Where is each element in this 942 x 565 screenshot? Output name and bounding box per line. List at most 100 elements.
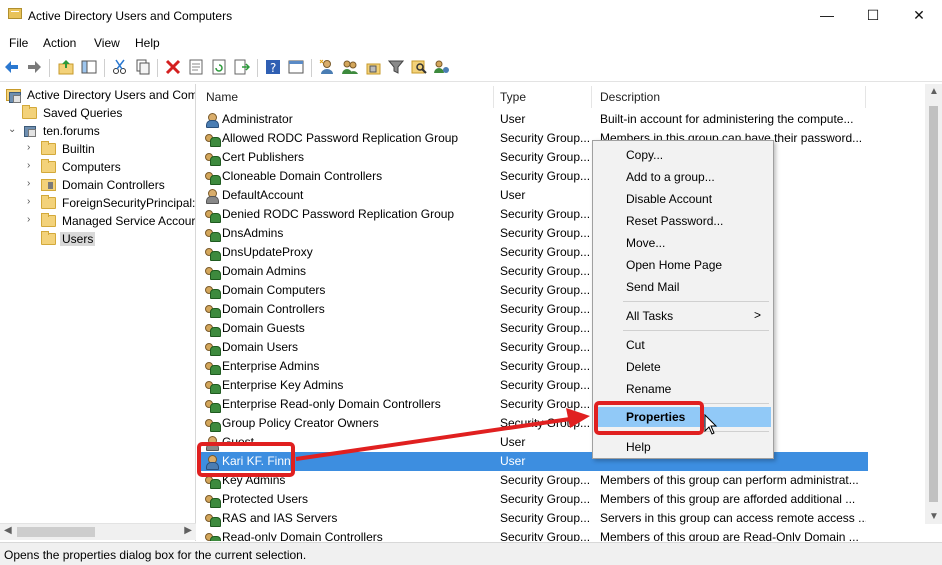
find-icon[interactable] xyxy=(411,59,427,75)
scroll-down-arrow-icon[interactable]: ▼ xyxy=(929,511,939,522)
group-icon xyxy=(205,378,221,394)
menu-item-all-tasks[interactable]: All Tasks > xyxy=(595,306,771,326)
copy-icon[interactable] xyxy=(135,59,151,75)
menu-item-label: Disable Account xyxy=(626,192,713,206)
menu-file[interactable]: File xyxy=(9,36,28,50)
table-row[interactable]: Read-only Domain Controllers Security Gro… xyxy=(198,528,868,541)
refresh-icon[interactable] xyxy=(211,59,227,75)
console-tree: Active Directory Users and Com Saved Que… xyxy=(0,84,196,541)
column-header-type[interactable]: Type xyxy=(496,86,592,108)
cell-type: Security Group... xyxy=(500,416,591,430)
cut-icon[interactable] xyxy=(112,59,128,75)
menu-item-delete[interactable]: Delete xyxy=(595,357,771,377)
group-icon xyxy=(205,283,221,299)
tree-item-label: ForeignSecurityPrincipal: xyxy=(62,196,196,210)
title-bar: Active Directory Users and Computers — ☐… xyxy=(0,0,942,32)
menu-action[interactable]: Action xyxy=(43,36,76,50)
tree-item-label: Builtin xyxy=(62,142,95,156)
export-list-icon[interactable] xyxy=(234,59,250,75)
cell-description: Members of this group can perform admini… xyxy=(600,473,859,487)
tree-root[interactable]: Active Directory Users and Com xyxy=(6,86,195,104)
forward-icon[interactable] xyxy=(26,59,42,75)
cell-type: Security Group... xyxy=(500,397,591,411)
back-icon[interactable] xyxy=(4,59,20,75)
scroll-up-arrow-icon[interactable]: ▲ xyxy=(929,86,939,97)
tree-item-domain[interactable]: ten.forums xyxy=(22,122,195,140)
menu-item-open-home-page[interactable]: Open Home Page xyxy=(595,255,771,275)
menu-item-disable-account[interactable]: Disable Account xyxy=(595,189,771,209)
scroll-thumb[interactable] xyxy=(17,527,95,537)
new-user-icon[interactable] xyxy=(319,59,335,75)
mmc-console-icon[interactable] xyxy=(288,59,304,75)
table-row[interactable]: Administrator User Built-in account for ad… xyxy=(198,110,868,129)
cell-type: Security Group... xyxy=(500,150,591,164)
menu-item-label: Reset Password... xyxy=(626,214,724,228)
tree-item-builtin[interactable]: Builtin xyxy=(41,140,195,158)
window-title: Active Directory Users and Computers xyxy=(28,9,233,23)
tree-item-foreign-security-principals[interactable]: ForeignSecurityPrincipal: xyxy=(41,194,196,212)
tree-item-saved-queries[interactable]: Saved Queries xyxy=(22,104,195,122)
menu-item-send-mail[interactable]: Send Mail xyxy=(595,277,771,297)
toolbar-separator xyxy=(104,59,105,77)
tree-item-managed-service-accounts[interactable]: Managed Service Accour xyxy=(41,212,196,230)
menu-help[interactable]: Help xyxy=(135,36,160,50)
delete-icon[interactable] xyxy=(165,59,181,75)
cell-type: Security Group... xyxy=(500,131,591,145)
aduc-app-icon xyxy=(8,8,22,19)
group-icon xyxy=(205,169,221,185)
new-group-icon[interactable] xyxy=(342,59,358,75)
cell-type: Security Group... xyxy=(500,321,591,335)
group-icon xyxy=(205,264,221,280)
menu-item-cut[interactable]: Cut xyxy=(595,335,771,355)
show-hide-tree-icon[interactable] xyxy=(81,59,97,75)
expand-chevron-icon[interactable]: › xyxy=(27,196,37,207)
menu-item-copy[interactable]: Copy... xyxy=(595,145,771,165)
cell-name: Administrator xyxy=(222,112,293,126)
menu-item-reset-password[interactable]: Reset Password... xyxy=(595,211,771,231)
table-row[interactable]: RAS and IAS Servers Security Group... Serv… xyxy=(198,509,868,528)
minimize-button[interactable]: — xyxy=(804,0,850,30)
maximize-button[interactable]: ☐ xyxy=(850,0,896,30)
mouse-cursor-icon xyxy=(704,414,718,435)
scroll-left-arrow-icon[interactable]: ◀ xyxy=(4,525,12,536)
column-header-name[interactable]: Name xyxy=(202,86,494,108)
menu-item-add-to-group[interactable]: Add to a group... xyxy=(595,167,771,187)
cell-type: Security Group... xyxy=(500,245,591,259)
tree-item-label: Managed Service Accour xyxy=(62,214,196,228)
close-button[interactable]: ✕ xyxy=(896,0,942,30)
new-ou-icon[interactable] xyxy=(365,59,381,75)
properties-icon[interactable] xyxy=(188,59,204,75)
up-folder-icon[interactable] xyxy=(58,59,74,75)
scroll-right-arrow-icon[interactable]: ▶ xyxy=(184,525,192,536)
table-row[interactable]: Protected Users Security Group... Members … xyxy=(198,490,868,509)
table-row[interactable]: Key Admins Security Group... Members of th… xyxy=(198,471,868,490)
toolbar: ? xyxy=(0,54,942,82)
cell-name: Domain Computers xyxy=(222,283,326,297)
expand-chevron-icon[interactable]: › xyxy=(27,160,37,171)
menu-separator xyxy=(623,330,769,331)
menu-item-move[interactable]: Move... xyxy=(595,233,771,253)
help-icon[interactable]: ? xyxy=(265,59,281,75)
cell-name: Protected Users xyxy=(222,492,309,506)
tree-item-users[interactable]: Users xyxy=(41,230,195,248)
menu-item-help[interactable]: Help xyxy=(595,437,771,457)
menu-item-label: Send Mail xyxy=(626,280,680,294)
cell-type: Security Group... xyxy=(500,169,591,183)
menu-view[interactable]: View xyxy=(94,36,120,50)
add-to-group-icon[interactable] xyxy=(434,59,450,75)
scroll-thumb[interactable] xyxy=(929,106,938,502)
ou-icon xyxy=(41,179,56,191)
collapse-chevron-icon[interactable]: ⌄ xyxy=(8,124,18,135)
expand-chevron-icon[interactable]: › xyxy=(27,142,37,153)
cell-name: Cloneable Domain Controllers xyxy=(222,169,383,183)
cell-type: Security Group... xyxy=(500,473,591,487)
list-vertical-scrollbar[interactable]: ▲ ▼ xyxy=(925,84,942,524)
menu-item-rename[interactable]: Rename xyxy=(595,379,771,399)
filter-icon[interactable] xyxy=(388,59,404,75)
tree-horizontal-scrollbar[interactable]: ◀ ▶ xyxy=(0,523,196,540)
expand-chevron-icon[interactable]: › xyxy=(27,178,37,189)
tree-item-computers[interactable]: Computers xyxy=(41,158,195,176)
expand-chevron-icon[interactable]: › xyxy=(27,214,37,225)
column-header-description[interactable]: Description xyxy=(596,86,866,108)
tree-item-domain-controllers[interactable]: Domain Controllers xyxy=(41,176,195,194)
